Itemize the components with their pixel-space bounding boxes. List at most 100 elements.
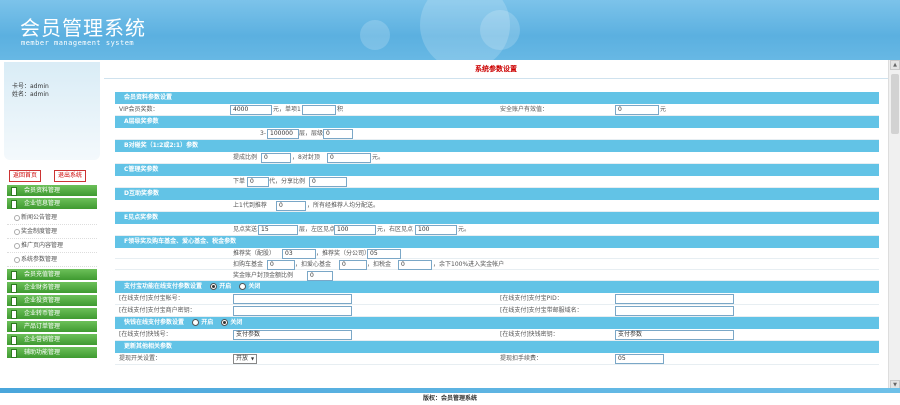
alipay-key-input[interactable] <box>233 306 352 316</box>
left-point-input[interactable]: 100 <box>334 225 376 235</box>
radio-label: 开启 <box>201 319 214 326</box>
field-label: [在线支付]快钱号： <box>119 331 172 338</box>
level-count-input[interactable]: 100000 <box>267 129 299 139</box>
car-fund-input[interactable]: 0 <box>267 260 295 270</box>
table-row: [在线支付]支付宝商户密钥： [在线支付]支付宝带邮服域名： <box>115 305 879 317</box>
submenu-item-params[interactable]: 系统参数管理 <box>7 253 97 267</box>
submenu-label: 奖金制度管理 <box>21 228 58 235</box>
alipay-domain-input[interactable] <box>615 306 734 316</box>
submenu-item-news[interactable]: 新闻公告管理 <box>7 211 97 225</box>
online-off-radio[interactable]: 关闭 <box>221 319 242 326</box>
field-label: [在线支付]支付宝带邮服域名： <box>500 307 583 314</box>
menu-member-profile[interactable]: 会员资料管理 <box>7 185 97 196</box>
point-levels-input[interactable]: 15 <box>258 225 298 235</box>
scroll-up-icon[interactable]: ▲ <box>890 60 900 70</box>
manage-gen-input[interactable]: 0 <box>247 177 269 187</box>
table-row: VIP会员奖数： 4000 元，单项1 积 安全账户有效值： 0 元 <box>115 104 879 116</box>
radio-label: 开启 <box>219 283 232 290</box>
field-label: [在线支付]支付宝PID： <box>500 295 563 302</box>
menu-orders[interactable]: 产品订单管理 <box>7 321 97 332</box>
menu-icon <box>11 323 17 332</box>
single-item-input[interactable] <box>302 105 336 115</box>
table-row: 上1代到推荐 0 ，所有经推荐人均分配送。 <box>115 200 879 212</box>
mutual-input[interactable]: 0 <box>276 201 306 211</box>
field-label: 代，分享比例 <box>269 178 306 185</box>
vertical-scrollbar[interactable]: ▲ ▼ <box>888 60 900 390</box>
kuaiqian-key-input[interactable]: 支付参数 <box>615 330 734 340</box>
alipay-account-input[interactable] <box>233 294 352 304</box>
field-label: 元，右区见点 <box>377 226 414 233</box>
right-point-input[interactable]: 100 <box>415 225 457 235</box>
field-unit: 积 <box>337 106 344 113</box>
menu-icon <box>11 284 17 293</box>
header-decor-bubble <box>480 10 520 50</box>
withdraw-fee-input[interactable]: 05 <box>615 354 664 364</box>
radio-label: 关闭 <box>248 283 261 290</box>
menu-auxiliary[interactable]: 辅助功能管理 <box>7 347 97 358</box>
tax-input[interactable]: 0 <box>398 260 432 270</box>
pay-off-radio[interactable]: 关闭 <box>239 283 260 290</box>
menu-label: 企业投资管理 <box>24 297 61 304</box>
menu-icon <box>11 336 17 345</box>
footer-copyright: 版权：会员管理系统 <box>422 395 477 402</box>
user-info-box: 卡号：admin 姓名：admin <box>4 62 100 160</box>
section-label: 支付宝功能在线支付参数设置 <box>124 283 203 290</box>
field-label: [在线支付]支付宝帐号： <box>119 295 184 302</box>
user-name: 姓名：admin <box>12 91 49 98</box>
manage-ratio-input[interactable]: 0 <box>309 177 347 187</box>
submenu-item-bonus[interactable]: 奖金制度管理 <box>7 225 97 239</box>
love-fund-input[interactable]: 0 <box>339 260 367 270</box>
menu-icon <box>11 200 17 209</box>
table-row: 提成比例 0 ，8对封顶 0 元。 <box>115 152 879 164</box>
submenu-item-promo[interactable]: 推广页内容管理 <box>7 239 97 253</box>
section-header: A层级奖参数 <box>115 116 879 128</box>
menu-finance[interactable]: 企业财务管理 <box>7 282 97 293</box>
menu-investment[interactable]: 企业投资管理 <box>7 295 97 306</box>
sidebar: 卡号：admin 姓名：admin 返回首页 退出系统 会员资料管理 企业信息管… <box>0 60 104 390</box>
field-label: 推荐奖（配股） <box>233 250 276 257</box>
scroll-thumb[interactable] <box>891 74 899 134</box>
level-ratio-input[interactable]: 0 <box>323 129 353 139</box>
header-decor-bubble <box>360 20 390 50</box>
recommend-share-input[interactable]: 03 <box>282 249 316 259</box>
field-label: 上1代到推荐 <box>233 202 267 209</box>
menu-label: 企业营销管理 <box>24 336 61 343</box>
app-subtitle: member management system <box>21 39 135 47</box>
menu-label: 产品订单管理 <box>24 323 61 330</box>
pair-ratio-input[interactable]: 0 <box>261 153 291 163</box>
online-on-radio[interactable]: 开启 <box>192 319 213 326</box>
app-header: 会员管理系统 member management system <box>0 0 900 60</box>
main-panel: 系统参数设置 会员资料参数设置 VIP会员奖数： 4000 元，单项1 积 安全… <box>104 60 888 390</box>
section-header: C管理奖参数 <box>115 164 879 176</box>
radio-label: 关闭 <box>230 319 243 326</box>
table-row: 下单 0 代，分享比例 0 <box>115 176 879 188</box>
menu-icon <box>11 271 17 280</box>
vip-amount-input[interactable]: 4000 <box>230 105 272 115</box>
menu-marketing[interactable]: 企业营销管理 <box>7 334 97 345</box>
alipay-pid-input[interactable] <box>615 294 734 304</box>
field-unit: 元。 <box>372 154 385 161</box>
field-label: [在线支付]快钱密钥： <box>500 331 559 338</box>
menu-recharge[interactable]: 会员充值管理 <box>7 269 97 280</box>
radio-icon <box>221 319 229 326</box>
menu-transfer[interactable]: 企业转币管理 <box>7 308 97 319</box>
pair-cap-input[interactable]: 0 <box>327 153 371 163</box>
bullet-icon <box>14 257 20 263</box>
safe-account-input[interactable]: 0 <box>615 105 659 115</box>
bonus-cap-input[interactable]: 0 <box>307 271 333 281</box>
menu-icon <box>11 310 17 319</box>
logout-button[interactable]: 退出系统 <box>54 170 87 182</box>
menu-icon <box>11 297 17 306</box>
menu-label: 企业转币管理 <box>24 310 61 317</box>
withdraw-switch-select[interactable]: 开放 <box>233 354 258 364</box>
radio-icon <box>239 283 247 290</box>
section-header: 会员资料参数设置 <box>115 92 879 104</box>
field-label: 提现扣手续费： <box>500 355 543 362</box>
recommend-branch-input[interactable]: 05 <box>367 249 401 259</box>
back-home-button[interactable]: 返回首页 <box>9 170 42 182</box>
menu-label: 企业信息管理 <box>24 200 61 207</box>
kuaiqian-account-input[interactable]: 支付参数 <box>233 330 352 340</box>
menu-company-info[interactable]: 企业信息管理 <box>7 198 97 209</box>
pay-on-radio[interactable]: 开启 <box>210 283 231 290</box>
field-label: 3- <box>260 130 266 137</box>
